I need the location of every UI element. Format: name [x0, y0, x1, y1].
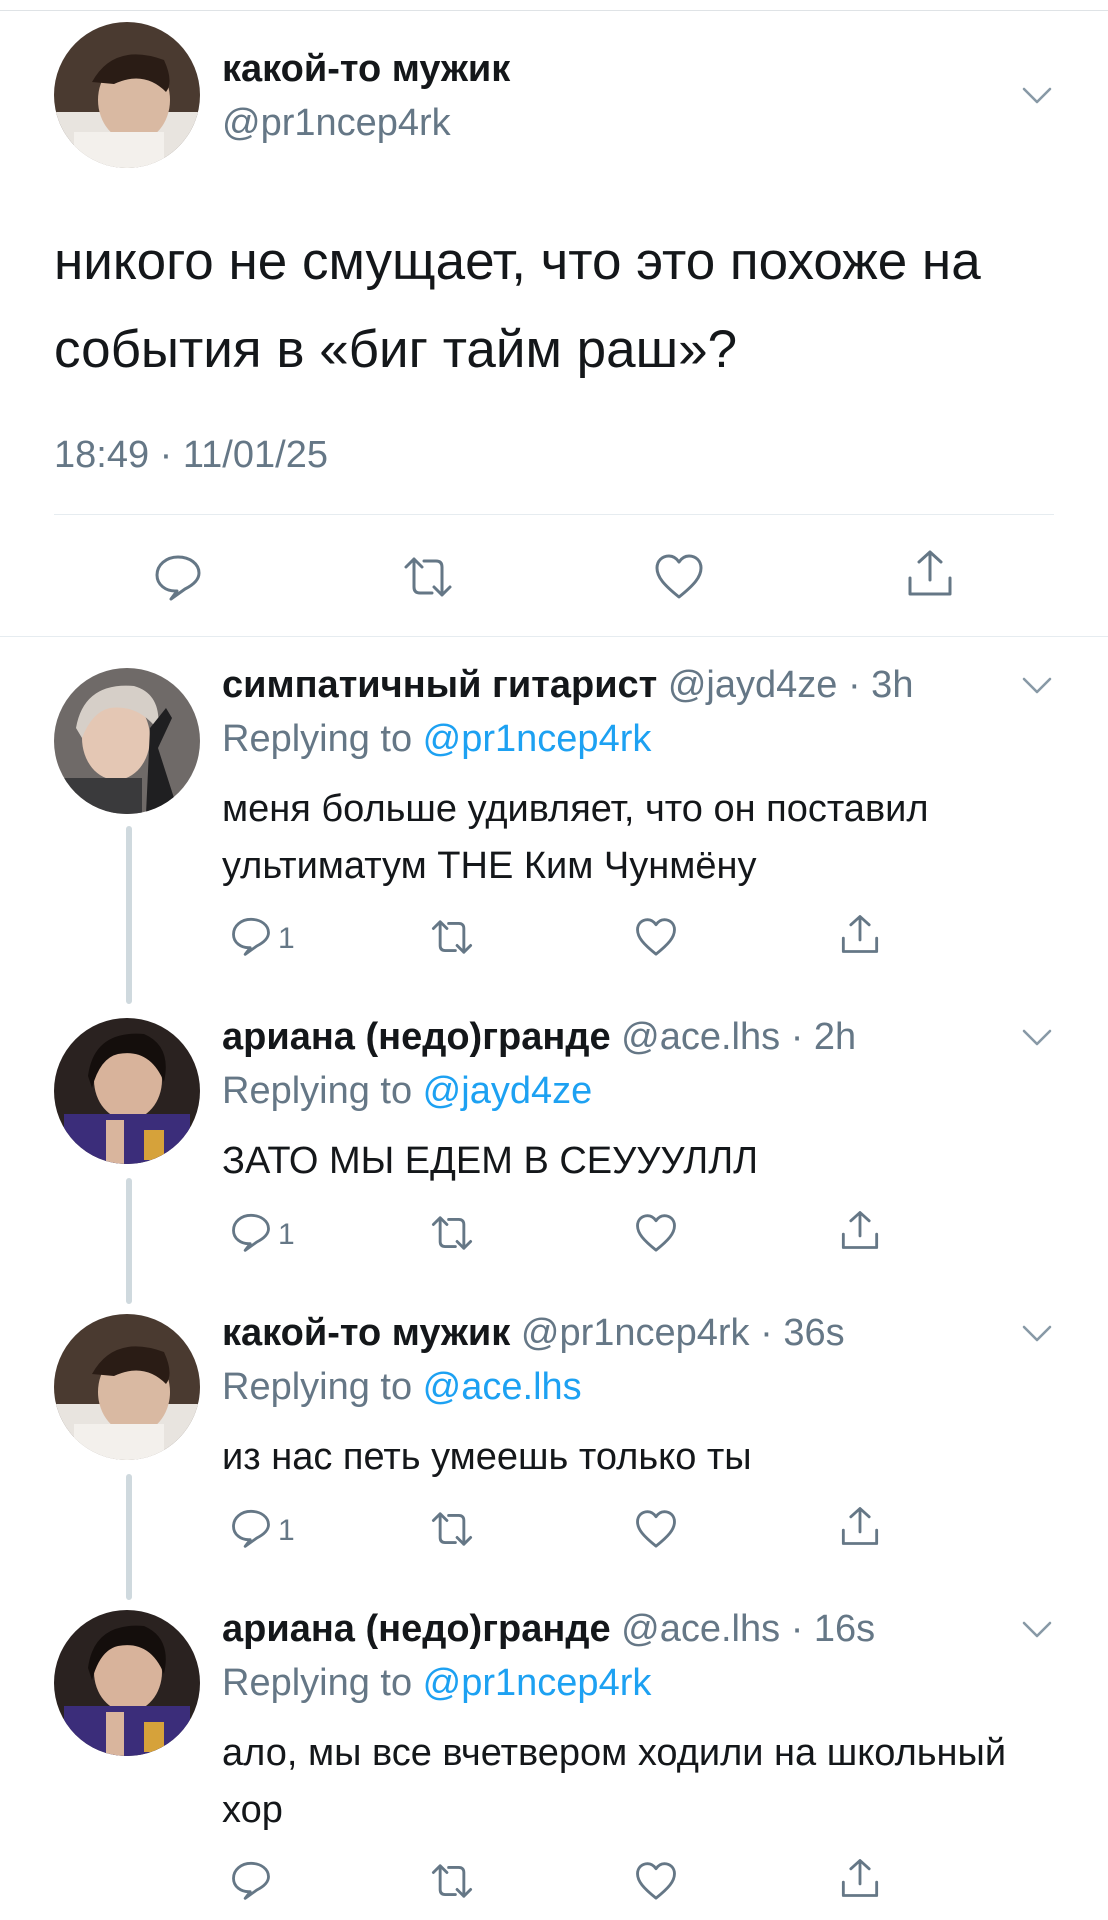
share-icon[interactable] [840, 913, 880, 955]
reply-icon[interactable] [230, 1212, 272, 1252]
reply-header: ариана (недо)гранде @ace.lhs · 2h [222, 1016, 856, 1059]
reply-handle-time[interactable]: @pr1ncep4rk · 36s [521, 1312, 845, 1354]
reply-text: ЗАТО МЫ ЕДЕМ В СЕУУУЛЛЛ [222, 1140, 759, 1182]
divider [54, 514, 1054, 515]
reply-text: ало, мы все вчетвером ходили на школьный… [222, 1732, 1007, 1831]
reply-header: какой-то мужик @pr1ncep4rk · 36s [222, 1312, 845, 1355]
reply-handle-time[interactable]: @ace.lhs · 2h [621, 1016, 856, 1058]
replying-to: Replying to @pr1ncep4rk [222, 1662, 651, 1705]
replying-mention[interactable]: @ace.lhs [423, 1366, 582, 1408]
thread-line [126, 826, 132, 1004]
retweet-icon[interactable] [430, 1862, 474, 1900]
chevron-down-icon[interactable] [1022, 1324, 1052, 1344]
main-handle[interactable]: @pr1ncep4rk [222, 102, 451, 145]
reply-handle-time[interactable]: @ace.lhs · 16s [621, 1608, 875, 1650]
like-icon[interactable] [635, 917, 677, 956]
reply-handle-time[interactable]: @jayd4ze · 3h [668, 664, 914, 706]
reply-icon[interactable] [230, 916, 272, 956]
like-icon[interactable] [635, 1213, 677, 1252]
share-icon[interactable] [906, 548, 954, 598]
chevron-down-icon[interactable] [1022, 676, 1052, 696]
avatar-reply-2[interactable] [54, 1018, 200, 1164]
divider [0, 636, 1108, 637]
main-tweet-text: никого не смущает, что это похоже на соб… [54, 232, 981, 379]
reply-icon[interactable] [230, 1508, 272, 1548]
reply-text: меня больше удивляет, что он поставил ул… [222, 788, 929, 887]
reply-count: 1 [278, 922, 295, 955]
reply-count: 1 [278, 1514, 295, 1547]
main-display-name[interactable]: какой-то мужик [222, 48, 510, 91]
replying-mention[interactable]: @pr1ncep4rk [423, 1662, 652, 1704]
replying-prefix: Replying to [222, 1070, 423, 1112]
replying-to: Replying to @pr1ncep4rk [222, 718, 651, 761]
reply-display-name[interactable]: какой-то мужик [222, 1312, 510, 1354]
chevron-down-icon[interactable] [1022, 1028, 1052, 1048]
main-timestamp: 18:49 · 11/01/25 [54, 434, 328, 476]
reply-display-name[interactable]: симпатичный гитарист [222, 664, 657, 706]
top-divider [0, 10, 1108, 11]
replying-mention[interactable]: @pr1ncep4rk [423, 718, 652, 760]
reply-count: 1 [278, 1218, 295, 1251]
retweet-icon[interactable] [430, 918, 474, 956]
share-icon[interactable] [840, 1505, 880, 1547]
retweet-icon[interactable] [430, 1214, 474, 1252]
replying-prefix: Replying to [222, 1662, 423, 1704]
chevron-down-icon[interactable] [1022, 1620, 1052, 1640]
avatar-reply-1[interactable] [54, 668, 200, 814]
reply-text: из нас петь умеешь только ты [222, 1436, 752, 1478]
like-icon[interactable] [635, 1861, 677, 1900]
replying-to: Replying to @jayd4ze [222, 1070, 592, 1113]
avatar-reply-4[interactable] [54, 1610, 200, 1756]
reply-icon[interactable] [153, 553, 203, 601]
avatar-reply-3[interactable] [54, 1314, 200, 1460]
reply-display-name[interactable]: ариана (недо)гранде [222, 1608, 611, 1650]
reply-header: симпатичный гитарист @jayd4ze · 3h [222, 664, 913, 707]
share-icon[interactable] [840, 1857, 880, 1899]
thread-line [126, 1474, 132, 1600]
reply-display-name[interactable]: ариана (недо)гранде [222, 1016, 611, 1058]
avatar-main[interactable] [54, 22, 200, 168]
retweet-icon[interactable] [402, 555, 454, 599]
reply-header: ариана (недо)гранде @ace.lhs · 16s [222, 1608, 875, 1651]
like-icon[interactable] [635, 1509, 677, 1548]
replying-prefix: Replying to [222, 1366, 423, 1408]
share-icon[interactable] [840, 1209, 880, 1251]
replying-to: Replying to @ace.lhs [222, 1366, 582, 1409]
replying-prefix: Replying to [222, 718, 423, 760]
like-icon[interactable] [654, 553, 704, 599]
retweet-icon[interactable] [430, 1510, 474, 1548]
replying-mention[interactable]: @jayd4ze [423, 1070, 593, 1112]
thread-line [126, 1178, 132, 1304]
reply-icon[interactable] [230, 1860, 272, 1900]
chevron-down-icon[interactable] [1022, 86, 1052, 106]
